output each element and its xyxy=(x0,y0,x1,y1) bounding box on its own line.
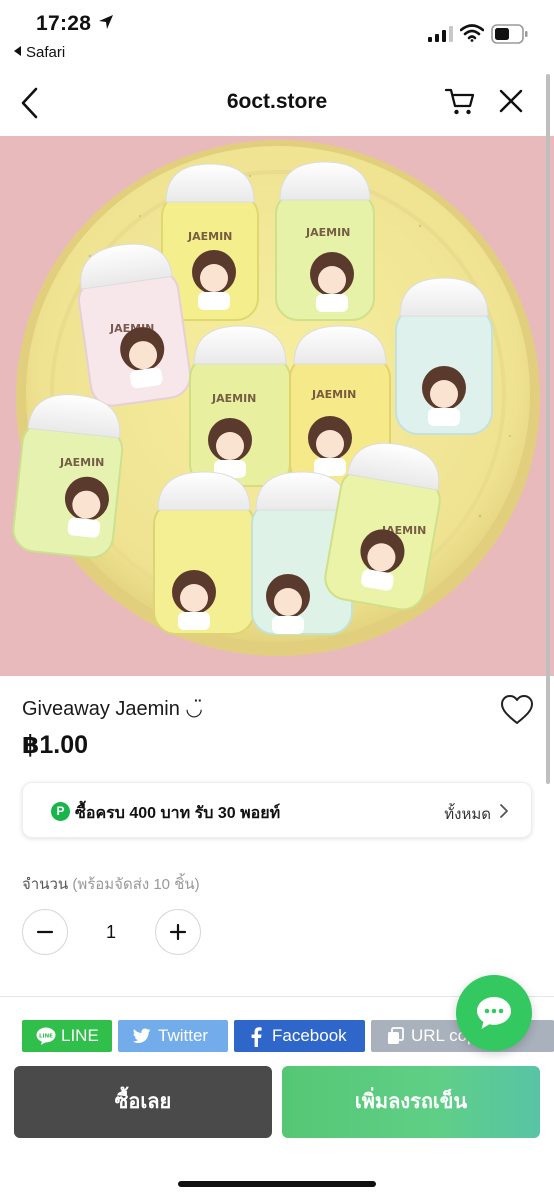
chat-bubble-icon xyxy=(477,997,511,1029)
quantity-label: จำนวน (พร้อมจัดส่ง 10 ชิ้น) xyxy=(22,872,200,896)
product-image[interactable]: JAEMIN JAEMIN JAEMIN JAEMIN JAEMIN JAEMI… xyxy=(0,136,554,676)
minus-icon xyxy=(36,930,54,934)
heart-icon[interactable] xyxy=(500,694,534,726)
share-facebook-button[interactable]: Facebook xyxy=(234,1020,365,1052)
points-promo-card[interactable]: P ซื้อครบ 400 บาท รับ 30 พอยท์ ทั้งหมด xyxy=(22,782,532,838)
share-line-label: LINE xyxy=(61,1026,99,1045)
battery-icon xyxy=(491,24,528,44)
share-twitter-label: Twitter xyxy=(158,1026,209,1045)
quantity-increase-button[interactable] xyxy=(155,909,201,955)
sticker-text: JAEMIN xyxy=(59,456,104,469)
location-arrow-icon xyxy=(99,15,113,29)
sticker-text: JAEMIN xyxy=(109,322,154,335)
quantity-decrease-button[interactable] xyxy=(22,909,68,955)
points-promo-text: ซื้อครบ 400 บาท รับ 30 พอยท์ xyxy=(75,805,281,822)
status-time: 17:28 xyxy=(36,12,92,35)
chevron-right-icon xyxy=(500,804,508,818)
share-line-button[interactable]: LINE LINE xyxy=(22,1020,112,1052)
back-app-label: Safari xyxy=(26,44,66,61)
nav-bar: 6oct.store xyxy=(0,70,554,136)
sticker-text: JAEMIN xyxy=(187,230,232,243)
wifi-icon xyxy=(460,24,484,42)
add-to-cart-button[interactable]: เพิ่มลงรถเข็น xyxy=(282,1066,540,1138)
sticker-text: JAEMIN xyxy=(381,524,426,537)
sticker-text: JAEMIN xyxy=(311,388,356,401)
quantity-value[interactable]: 1 xyxy=(100,922,122,943)
close-icon[interactable] xyxy=(498,88,524,114)
copy-icon xyxy=(388,1027,404,1044)
product-photo: JAEMIN JAEMIN JAEMIN JAEMIN JAEMIN JAEMI… xyxy=(0,136,554,676)
points-view-all-link[interactable]: ทั้งหมด xyxy=(444,802,491,826)
product-price: ฿1.00 xyxy=(22,731,89,759)
cart-icon[interactable] xyxy=(444,86,476,116)
sticker-text: JAEMIN xyxy=(305,226,350,239)
back-to-app-link[interactable]: Safari xyxy=(14,44,65,61)
chat-button[interactable] xyxy=(456,975,532,1051)
sticker-text: JAEMIN xyxy=(211,392,256,405)
twitter-bird-icon xyxy=(132,1028,151,1043)
quantity-stock-note: (พร้อมจัดส่ง 10 ชิ้น) xyxy=(72,876,200,893)
share-twitter-button[interactable]: Twitter xyxy=(118,1020,228,1052)
facebook-f-icon xyxy=(251,1027,262,1047)
svg-text:LINE: LINE xyxy=(39,1034,53,1040)
back-triangle-icon xyxy=(14,46,21,56)
buy-now-button[interactable]: ซื้อเลย xyxy=(14,1066,272,1138)
line-icon: LINE xyxy=(36,1027,56,1045)
share-facebook-label: Facebook xyxy=(272,1026,347,1045)
cellular-signal-icon xyxy=(428,26,453,42)
status-bar: 17:28 Safari xyxy=(0,0,554,70)
points-badge-icon: P xyxy=(51,802,70,821)
plus-icon xyxy=(169,923,187,941)
product-name: Giveaway Jaemin ◡̈ xyxy=(22,698,203,720)
quantity-label-text: จำนวน xyxy=(22,876,69,893)
home-indicator[interactable] xyxy=(178,1181,376,1187)
scroll-indicator[interactable] xyxy=(546,74,550,784)
